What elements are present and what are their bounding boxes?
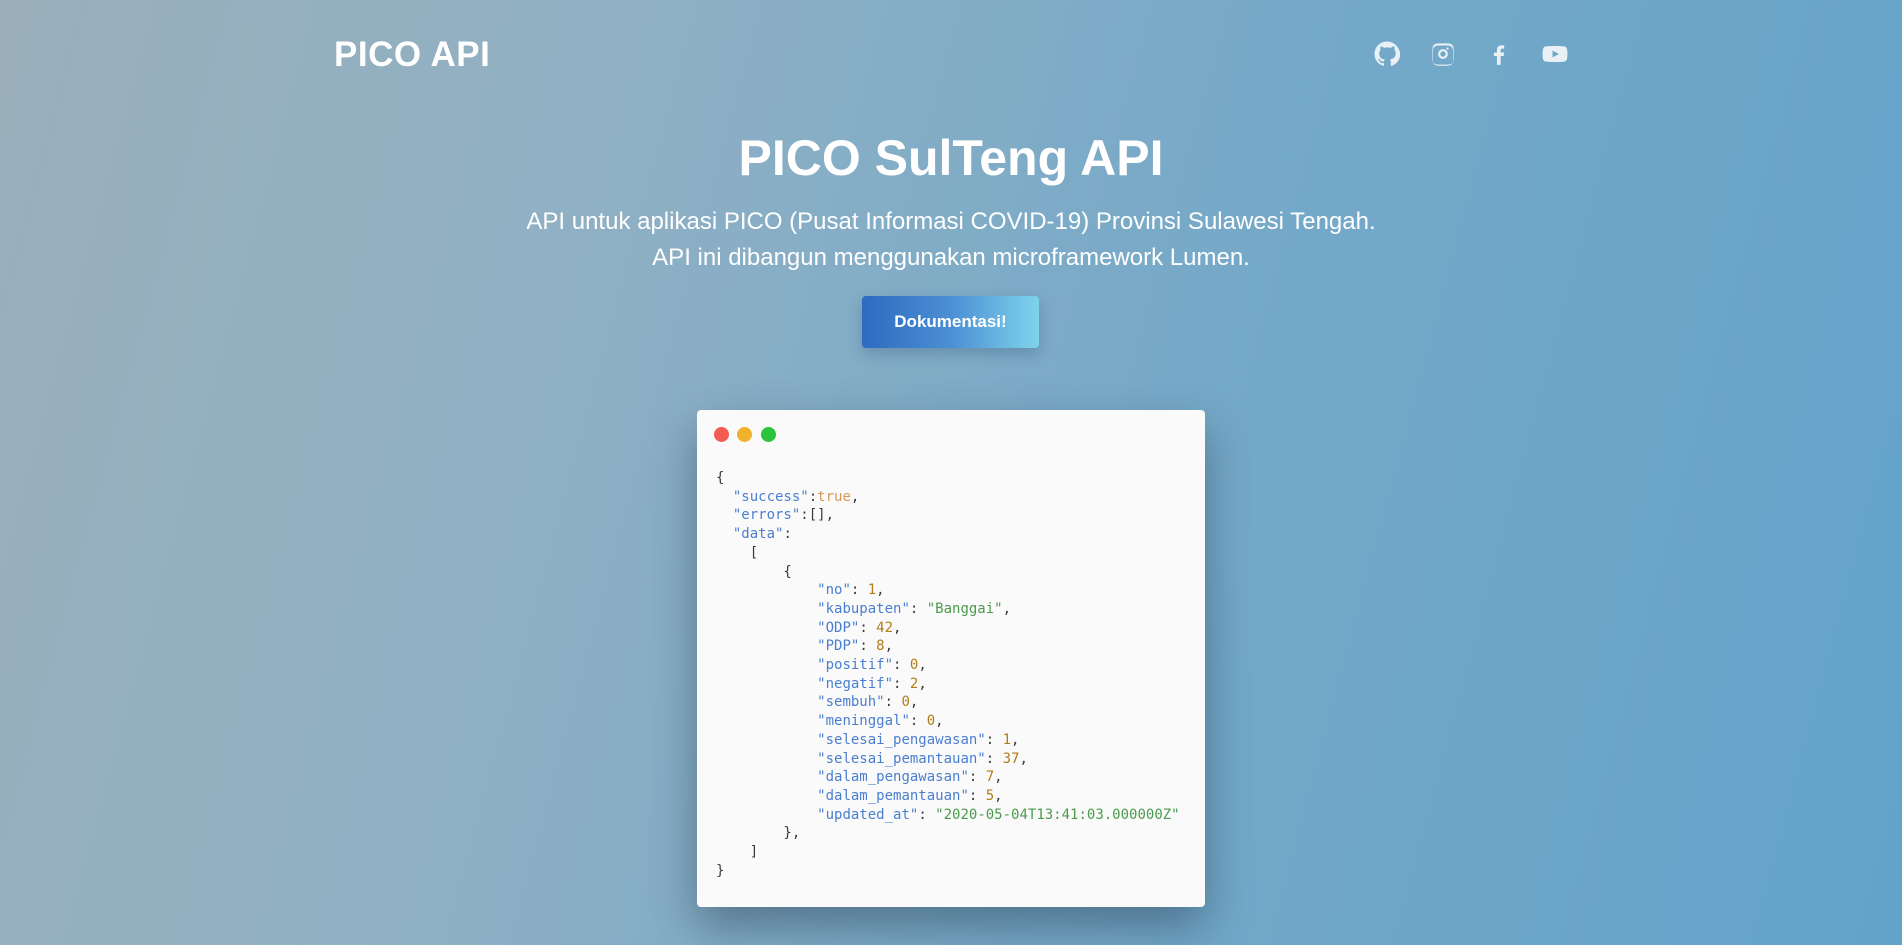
json-array: []: [808, 507, 826, 524]
json-value: 42: [876, 619, 894, 636]
json-key: "dalam_pengawasan": [817, 769, 969, 786]
json-value: 0: [926, 713, 936, 730]
json-key: "dalam_pemantauan": [817, 787, 969, 804]
json-key: "selesai_pemantauan": [817, 750, 986, 767]
instagram-icon[interactable]: [1429, 40, 1457, 68]
json-key: "errors": [732, 507, 801, 524]
json-value: 0: [909, 657, 919, 674]
window-close-dot: [714, 427, 729, 442]
json-value: "2020-05-04T13:41:03.000000Z": [935, 806, 1180, 823]
documentation-button[interactable]: Dokumentasi!: [862, 296, 1039, 348]
json-key: "PDP": [817, 638, 860, 655]
brand-logo[interactable]: PICO API: [334, 34, 490, 76]
navbar: PICO API: [0, 0, 1902, 110]
json-value: 37: [1002, 750, 1020, 767]
page-title: PICO SulTeng API: [738, 130, 1164, 186]
json-value: 2: [909, 675, 919, 692]
json-key: "negatif": [817, 675, 894, 692]
window-maximize-dot: [761, 427, 776, 442]
json-key: "kabupaten": [817, 600, 910, 617]
youtube-icon[interactable]: [1541, 40, 1569, 68]
github-icon[interactable]: [1373, 40, 1401, 68]
json-key: "positif": [817, 657, 894, 674]
json-boolean: true: [817, 488, 851, 505]
json-key: "selesai_pengawasan": [817, 731, 986, 748]
json-value: 0: [901, 694, 910, 711]
json-key: "sembuh": [817, 694, 885, 711]
code-window: { "success":true, "errors":[], "data": […: [697, 410, 1205, 907]
json-value: 8: [876, 638, 885, 655]
json-key: "ODP": [817, 619, 860, 636]
json-key: "meninggal": [817, 713, 910, 730]
json-key: "data": [732, 526, 784, 543]
json-key: "success": [732, 488, 809, 505]
json-value: "Banggai": [926, 600, 1003, 617]
window-minimize-dot: [737, 427, 752, 442]
json-value: 5: [985, 787, 995, 804]
hero-subtitle-line-1: API untuk aplikasi PICO (Pusat Informasi…: [526, 208, 1376, 235]
json-response-sample: { "success":true, "errors":[], "data": […: [716, 470, 1180, 879]
json-key: "no": [817, 582, 851, 599]
json-key: "updated_at": [817, 806, 919, 823]
json-value: 7: [985, 769, 995, 786]
json-value: 1: [867, 582, 877, 599]
json-value: 1: [1002, 731, 1012, 748]
facebook-icon[interactable]: [1485, 40, 1513, 68]
hero-subtitle-line-2: API ini dibangun menggunakan microframew…: [652, 244, 1250, 271]
